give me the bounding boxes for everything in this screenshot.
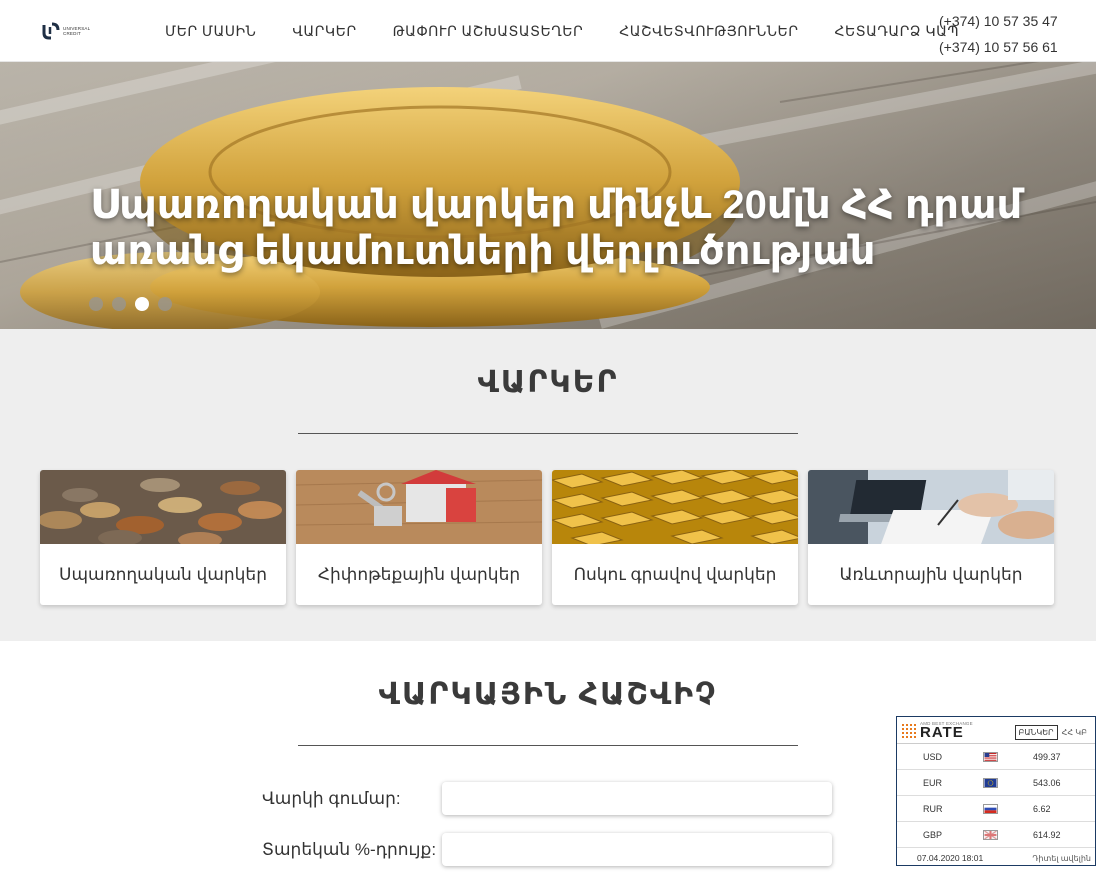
nav-item-vacancies[interactable]: ԹԱՓՈՒՐ ԱՇԽԱՏԱՏԵՂԵՐ <box>375 23 602 40</box>
currency-code: GBP <box>923 829 943 840</box>
ru-flag-icon <box>983 803 998 814</box>
slider-dot-1[interactable] <box>89 297 103 311</box>
logo[interactable]: UNIVERSAL CREDIT <box>42 20 92 42</box>
loan-cards: Սպառողական վարկեր Հիփոթեքային վարկեր Ոսկ… <box>40 470 1054 605</box>
calculator-title: ՎԱՐԿԱՅԻՆ ՀԱՇՎԻՉ <box>378 678 718 711</box>
currency-rate: 614.92 <box>1033 829 1061 840</box>
logo-text: UNIVERSAL CREDIT <box>63 26 90 36</box>
coins-photo <box>40 470 286 544</box>
gb-flag-icon <box>983 829 998 840</box>
loans-section-title: ՎԱՐԿԵՐ <box>477 366 619 399</box>
currency-rate: 6.62 <box>1033 803 1051 814</box>
hero-slider: Սպառողական վարկեր մինչև 20մլն ՀՀ դրամ առ… <box>0 62 1096 329</box>
loan-amount-input[interactable] <box>442 782 832 815</box>
nav-item-about[interactable]: ՄԵՐ ՄԱՍԻՆ <box>147 23 274 40</box>
slider-dot-4[interactable] <box>158 297 172 311</box>
slider-dots <box>89 297 172 311</box>
main-nav: ՄԵՐ ՄԱՍԻՆ ՎԱՐԿԵՐ ԹԱՓՈՒՐ ԱՇԽԱՏԱՏԵՂԵՐ ՀԱՇՎ… <box>147 0 977 62</box>
rate-row-usd: USD 499.37 <box>897 744 1095 770</box>
slider-dot-2[interactable] <box>112 297 126 311</box>
rate-logo-grid-icon <box>901 723 917 739</box>
business-desk-photo <box>808 470 1054 544</box>
currency-rate: 543.06 <box>1033 777 1061 788</box>
loans-divider <box>298 433 798 434</box>
rate-tab-central-bank[interactable]: ՀՀ ԿԲ <box>1058 725 1091 740</box>
rate-logo[interactable]: AMD BEST EXCHANGE RATE <box>901 721 973 741</box>
rate-row-rur: RUR 6.62 <box>897 796 1095 822</box>
site-header: UNIVERSAL CREDIT ՄԵՐ ՄԱՍԻՆ ՎԱՐԿԵՐ ԹԱՓՈՒՐ… <box>0 0 1096 62</box>
loan-card-label: Հիփոթեքային վարկեր <box>317 565 521 584</box>
loan-card-label: Ոսկու գրավով վարկեր <box>573 565 777 584</box>
phone-number-1[interactable]: (+374) 10 57 35 47 <box>939 8 1058 34</box>
calculator-divider <box>298 745 798 746</box>
eu-flag-icon <box>983 777 998 788</box>
loan-card-commercial[interactable]: Առևտրային վարկեր <box>808 470 1054 605</box>
gold-bars-photo <box>552 470 798 544</box>
loan-card-label: Առևտրային վարկեր <box>839 565 1023 584</box>
loan-card-consumer[interactable]: Սպառողական վարկեր <box>40 470 286 605</box>
rate-more-link[interactable]: Դիտել ավելին <box>1032 854 1091 863</box>
rate-row-eur: EUR 543.06 <box>897 770 1095 796</box>
loans-section: ՎԱՐԿԵՐ Սպառողական վարկեր Հիփոթեքային վար… <box>0 329 1096 641</box>
phone-list: (+374) 10 57 35 47 (+374) 10 57 56 61 <box>939 8 1058 60</box>
loan-amount-row: Վարկի գումար: <box>262 782 832 815</box>
annual-rate-input[interactable] <box>442 833 832 866</box>
currency-code: EUR <box>923 777 943 788</box>
hero-title: Սպառողական վարկեր մինչև 20մլն ՀՀ դրամ առ… <box>90 183 1023 273</box>
rate-tab-banks[interactable]: ԲԱՆԿԵՐ <box>1014 725 1058 740</box>
nav-item-reports[interactable]: ՀԱՇՎԵՏՎՈՒԹՅՈՒՆՆԵՐ <box>601 23 816 40</box>
logo-text-line2: CREDIT <box>63 31 81 36</box>
currency-code: RUR <box>923 803 943 814</box>
loan-amount-label: Վարկի գումար: <box>262 788 401 808</box>
slider-dot-3[interactable] <box>135 297 149 311</box>
loan-card-mortgage[interactable]: Հիփոթեքային վարկեր <box>296 470 542 605</box>
rate-tabs: ԲԱՆԿԵՐ ՀՀ ԿԲ <box>1014 725 1091 740</box>
currency-rate: 499.37 <box>1033 751 1061 762</box>
currency-code: USD <box>923 751 943 762</box>
house-keys-photo <box>296 470 542 544</box>
loan-card-gold[interactable]: Ոսկու գրավով վարկեր <box>552 470 798 605</box>
annual-rate-row: Տարեկան %-դրույք: <box>262 833 832 866</box>
loan-card-label: Սպառողական վարկեր <box>59 565 267 584</box>
exchange-rate-widget: AMD BEST EXCHANGE RATE ԲԱՆԿԵՐ ՀՀ ԿԲ USD … <box>896 716 1096 866</box>
nav-item-loans[interactable]: ՎԱՐԿԵՐ <box>274 23 374 40</box>
rate-widget-footer: 07.04.2020 18:01 Դիտել ավելին <box>897 848 1095 868</box>
phone-number-2[interactable]: (+374) 10 57 56 61 <box>939 34 1058 60</box>
rate-logo-word: RATE <box>920 724 964 741</box>
rate-row-gbp: GBP 614.92 <box>897 822 1095 848</box>
rate-logo-words: AMD BEST EXCHANGE RATE <box>920 721 973 741</box>
rate-widget-header: AMD BEST EXCHANGE RATE ԲԱՆԿԵՐ ՀՀ ԿԲ <box>897 717 1095 744</box>
us-flag-icon <box>983 751 998 762</box>
logo-mark-icon <box>42 22 60 40</box>
annual-rate-label: Տարեկան %-դրույք: <box>262 839 437 859</box>
rate-update-date: 07.04.2020 18:01 <box>917 853 984 863</box>
